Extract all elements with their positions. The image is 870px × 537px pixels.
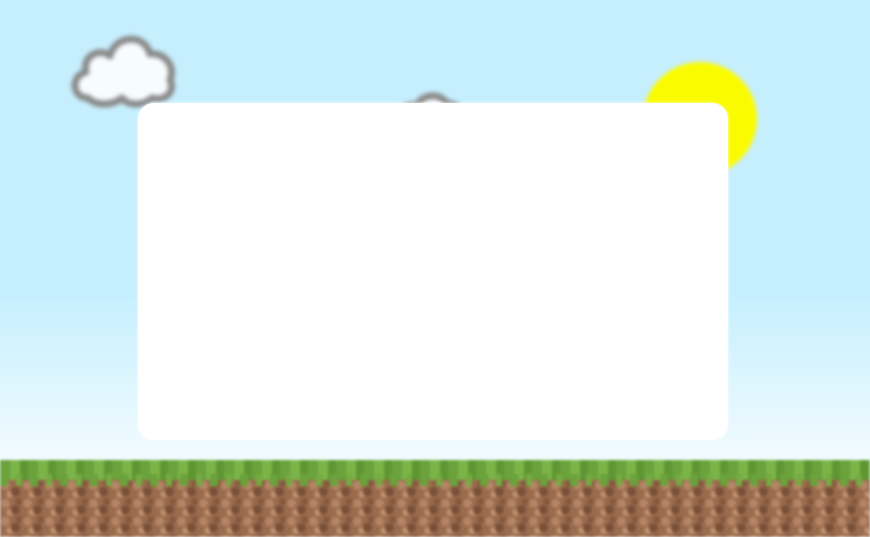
ground (0, 460, 870, 537)
game-scene (0, 0, 870, 537)
dirt-layer (0, 480, 870, 537)
grass-edge (0, 474, 870, 486)
cloud-icon (71, 35, 175, 108)
dialog-panel (138, 103, 728, 440)
